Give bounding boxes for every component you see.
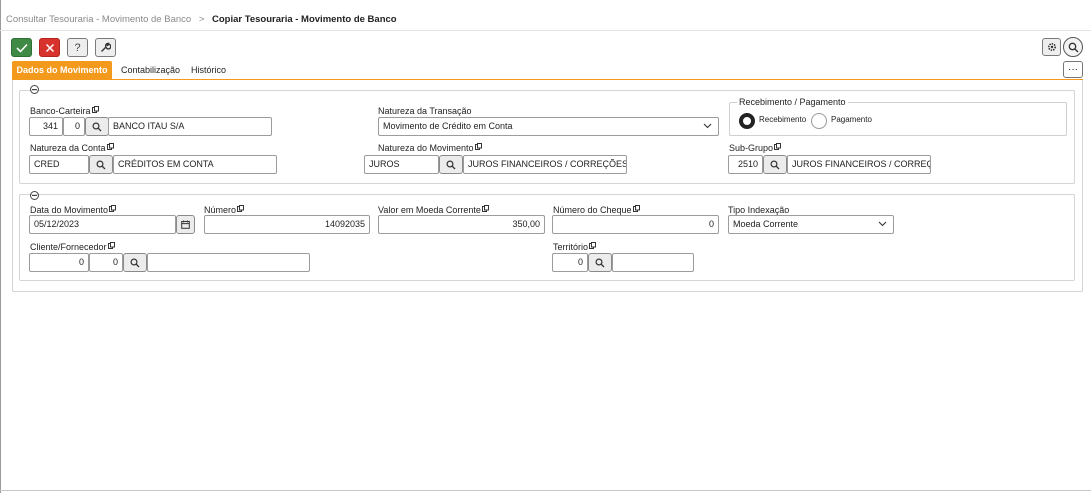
radio-pagamento-label: Pagamento <box>831 115 872 124</box>
search-icon <box>96 159 106 169</box>
natureza-movimento-field[interactable]: JUROS <box>364 155 439 174</box>
close-icon <box>45 43 54 52</box>
natureza-conta-label: Natureza da Conta <box>30 143 114 153</box>
carteira-field[interactable]: 0 <box>63 117 85 136</box>
cancel-button[interactable] <box>39 38 60 57</box>
copy-icon <box>237 205 245 212</box>
valor-label: Valor em Moeda Corrente <box>378 205 489 215</box>
territorio-lookup-button[interactable] <box>588 253 612 272</box>
tipo-indexacao-label: Tipo Indexação <box>728 205 790 215</box>
radio-pagamento[interactable] <box>811 113 827 129</box>
cliente-fornecedor-label: Cliente/Fornecedor <box>30 242 115 252</box>
data-movimento-label: Data do Movimento <box>30 205 117 215</box>
check-icon <box>15 43 28 53</box>
sub-grupo-lookup-button[interactable] <box>763 155 787 174</box>
recebimento-pagamento-label: Recebimento / Pagamento <box>737 97 848 107</box>
chevron-down-icon <box>703 123 712 129</box>
natureza-movimento-descricao-field[interactable]: JUROS FINANCEIROS / CORREÇÕES <box>463 155 627 174</box>
radio-recebimento[interactable] <box>739 113 755 129</box>
valor-field[interactable]: 350,00 <box>378 215 545 234</box>
banco-descricao-field[interactable]: BANCO ITAU S/A <box>108 117 272 136</box>
territorio-label: Território <box>553 242 597 252</box>
sub-grupo-descricao-field[interactable]: JUROS FINANCEIROS / CORREÇÕES <box>787 155 931 174</box>
breadcrumb-parent[interactable]: Consultar Tesouraria - Movimento de Banc… <box>6 14 191 25</box>
copy-icon <box>109 205 117 212</box>
natureza-conta-lookup-button[interactable] <box>89 155 113 174</box>
wrench-icon <box>101 42 111 52</box>
copy-icon <box>106 143 114 150</box>
chevron-down-icon <box>878 221 887 227</box>
cliente-lookup-button[interactable] <box>123 253 147 272</box>
cliente-codigo-field[interactable]: 0 <box>29 253 89 272</box>
tab-contabilizacao[interactable]: Contabilização <box>121 61 180 79</box>
copy-icon <box>774 143 782 150</box>
gear-icon <box>1047 42 1056 52</box>
radio-recebimento-label: Recebimento <box>759 115 807 124</box>
header-divider <box>0 30 1091 31</box>
banco-lookup-button[interactable] <box>85 117 109 136</box>
more-options-button[interactable]: ··· <box>1063 61 1083 78</box>
settings-button[interactable] <box>1042 38 1061 56</box>
natureza-conta-field[interactable]: CRED <box>29 155 89 174</box>
copy-icon <box>107 242 115 249</box>
search-icon <box>446 159 456 169</box>
natureza-transacao-label: Natureza da Transação <box>378 106 472 116</box>
tab-dados-do-movimento[interactable]: Dados do Movimento <box>12 61 112 79</box>
sub-grupo-label: Sub-Grupo <box>729 143 782 153</box>
copy-icon <box>91 106 99 113</box>
numero-cheque-field[interactable]: 0 <box>552 215 719 234</box>
search-icon <box>92 121 102 131</box>
banco-field[interactable]: 341 <box>29 117 63 136</box>
breadcrumb-current: Copiar Tesouraria - Movimento de Banco <box>212 14 397 25</box>
copy-icon <box>589 242 597 249</box>
search-icon <box>1068 42 1078 52</box>
breadcrumb: Consultar Tesouraria - Movimento de Banc… <box>6 14 397 25</box>
banco-carteira-label: Banco-Carteira <box>30 106 99 116</box>
cliente-descricao-field[interactable] <box>147 253 310 272</box>
help-button[interactable]: ? <box>67 38 88 57</box>
natureza-movimento-lookup-button[interactable] <box>439 155 463 174</box>
tools-button[interactable] <box>95 38 116 57</box>
natureza-movimento-label: Natureza do Movimento <box>378 143 482 153</box>
natureza-transacao-select[interactable]: Movimento de Crédito em Conta <box>378 117 719 136</box>
territorio-descricao-field[interactable] <box>612 253 694 272</box>
help-icon: ? <box>74 41 81 54</box>
copy-icon <box>632 205 640 212</box>
tipo-indexacao-select[interactable]: Moeda Corrente <box>728 215 894 234</box>
collapse-section-1-icon[interactable] <box>30 85 39 94</box>
search-icon <box>770 159 780 169</box>
territorio-field[interactable]: 0 <box>552 253 588 272</box>
sub-grupo-field[interactable]: 2510 <box>728 155 763 174</box>
numero-cheque-label: Número do Cheque <box>553 205 640 215</box>
tab-historico[interactable]: Histórico <box>191 61 226 79</box>
numero-field[interactable]: 14092035 <box>204 215 370 234</box>
date-picker-button[interactable] <box>176 215 195 234</box>
search-icon <box>130 257 140 267</box>
copy-icon <box>481 205 489 212</box>
window-left-border <box>0 0 1 493</box>
natureza-conta-descricao-field[interactable]: CRÉDITOS EM CONTA <box>113 155 277 174</box>
search-button[interactable] <box>1063 37 1083 57</box>
copy-icon <box>474 143 482 150</box>
window-bottom-border <box>0 490 1091 491</box>
data-movimento-field[interactable]: 05/12/2023 <box>29 215 176 234</box>
search-icon <box>595 257 605 267</box>
confirm-button[interactable] <box>11 38 32 57</box>
breadcrumb-separator: > <box>198 14 205 25</box>
collapse-section-2-icon[interactable] <box>30 191 39 200</box>
numero-label: Número <box>204 205 245 215</box>
calendar-icon <box>181 220 190 229</box>
fornecedor-codigo-field[interactable]: 0 <box>89 253 123 272</box>
more-icon: ··· <box>1068 63 1078 75</box>
